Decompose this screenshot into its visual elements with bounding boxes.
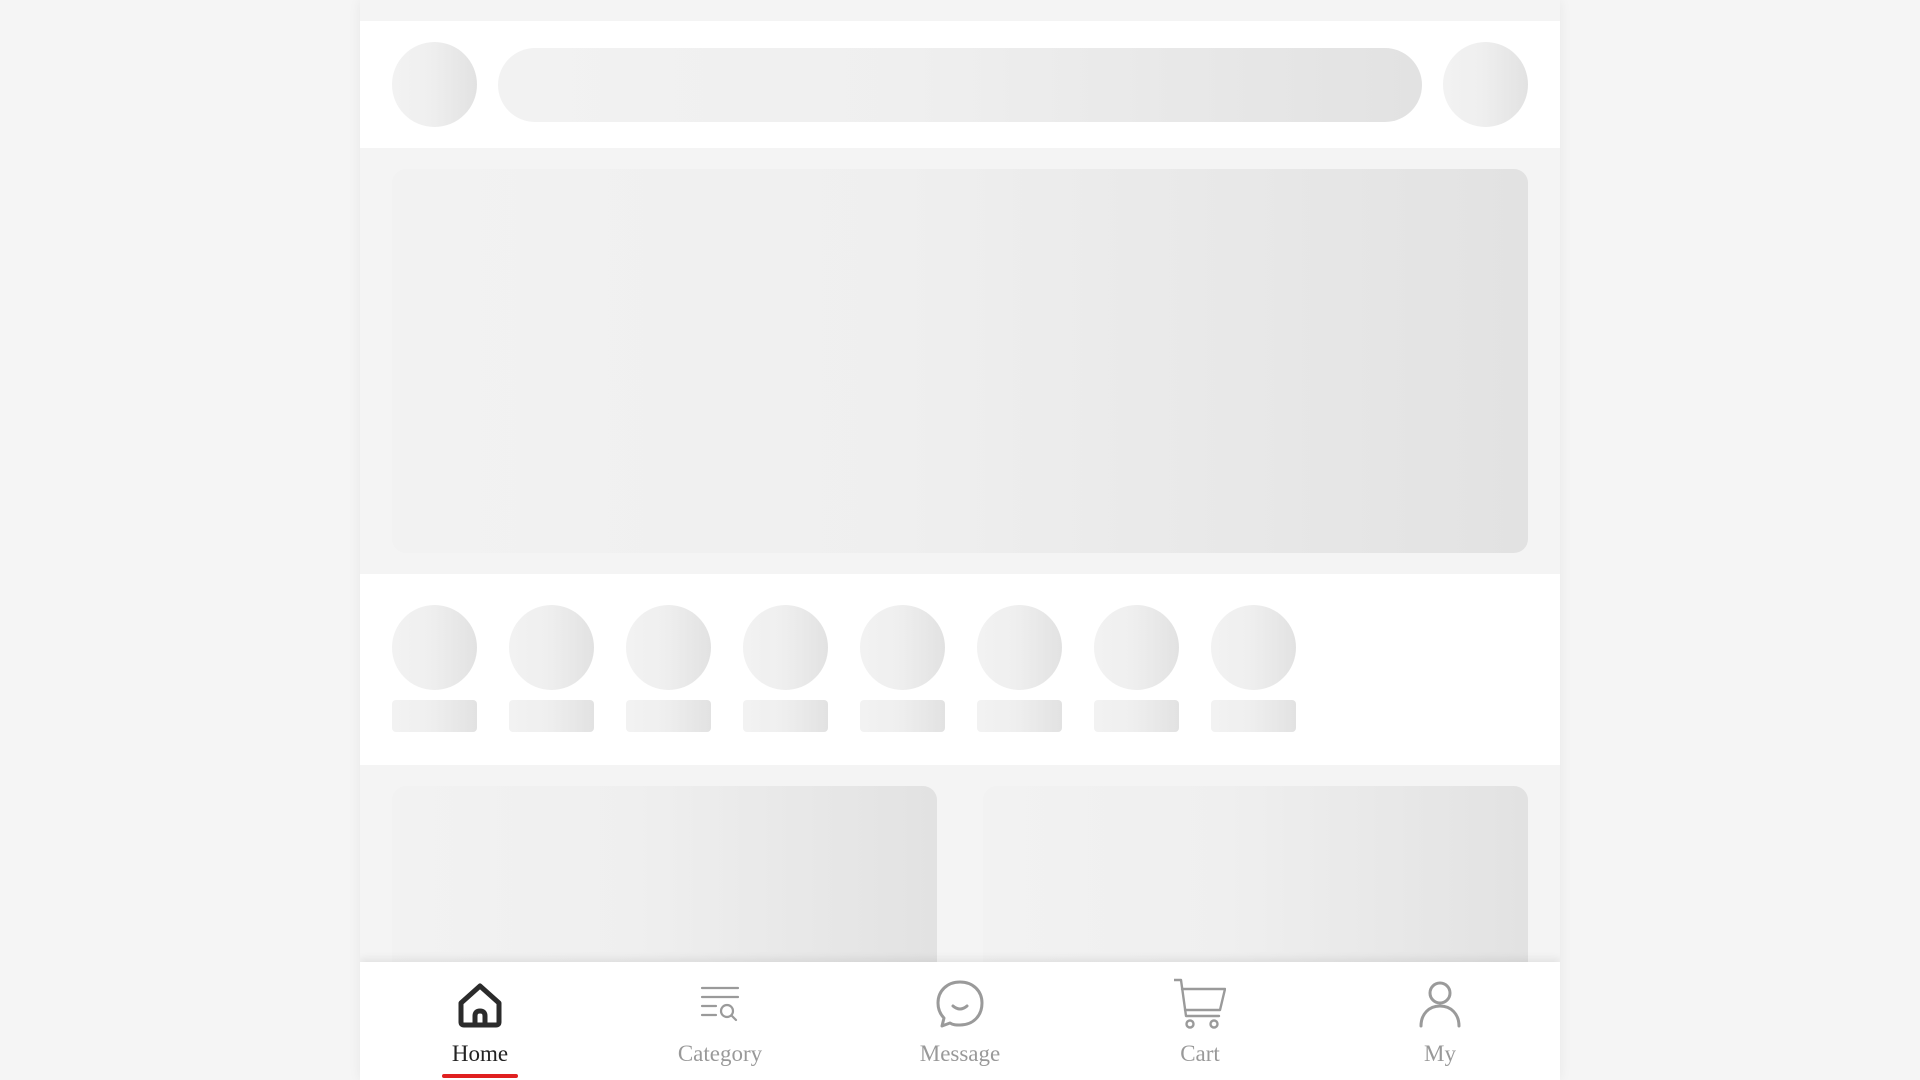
shortcut-placeholder[interactable] — [1094, 605, 1179, 732]
shortcut-label-placeholder — [860, 700, 945, 732]
search-bar-placeholder[interactable] — [498, 48, 1422, 122]
shortcut-icon-placeholder — [509, 605, 594, 690]
shortcut-label-placeholder — [743, 700, 828, 732]
shortcut-placeholder[interactable] — [1211, 605, 1296, 732]
tab-message[interactable]: Message — [840, 962, 1080, 1080]
tab-category[interactable]: Category — [600, 962, 840, 1080]
shortcut-icon-placeholder — [392, 605, 477, 690]
top-left-button-placeholder[interactable] — [392, 42, 477, 127]
shortcut-label-placeholder — [1094, 700, 1179, 732]
top-right-button-placeholder[interactable] — [1443, 42, 1528, 127]
category-search-icon — [700, 986, 740, 1022]
tab-cart[interactable]: Cart — [1080, 962, 1320, 1080]
app-window: Home Category Message Cart My — [360, 0, 1560, 1080]
shortcut-icon-placeholder — [860, 605, 945, 690]
shortcut-placeholder[interactable] — [860, 605, 945, 732]
home-icon — [458, 983, 502, 1028]
tab-my-label: My — [1424, 1041, 1456, 1066]
tab-home[interactable]: Home — [360, 962, 600, 1080]
banner-placeholder[interactable] — [392, 169, 1528, 553]
bottom-tab-bar: Home Category Message Cart My — [360, 962, 1560, 1080]
shortcut-placeholder[interactable] — [977, 605, 1062, 732]
cart-icon — [1174, 978, 1226, 1029]
tab-message-label: Message — [919, 1041, 1001, 1066]
active-tab-indicator — [442, 1074, 518, 1078]
tab-my[interactable]: My — [1320, 962, 1560, 1080]
shortcut-label-placeholder — [1211, 700, 1296, 732]
message-icon — [936, 980, 984, 1028]
shortcut-icon-placeholder — [1094, 605, 1179, 690]
shortcut-placeholder[interactable] — [392, 605, 477, 732]
shortcut-icon-placeholder — [977, 605, 1062, 690]
tab-home-label: Home — [451, 1041, 509, 1066]
shortcut-label-placeholder — [977, 700, 1062, 732]
top-bar-skeleton — [360, 21, 1560, 148]
shortcut-placeholder[interactable] — [743, 605, 828, 732]
shortcut-icon-placeholder — [743, 605, 828, 690]
shortcut-icon-placeholder — [626, 605, 711, 690]
shortcut-placeholder[interactable] — [626, 605, 711, 732]
shortcut-placeholder[interactable] — [509, 605, 594, 732]
shortcut-grid-skeleton — [360, 574, 1560, 765]
tab-category-label: Category — [677, 1041, 763, 1066]
shortcut-icon-placeholder — [1211, 605, 1296, 690]
user-icon — [1419, 981, 1461, 1028]
shortcut-label-placeholder — [392, 700, 477, 732]
tab-cart-label: Cart — [1180, 1041, 1220, 1066]
shortcut-label-placeholder — [626, 700, 711, 732]
shortcut-label-placeholder — [509, 700, 594, 732]
